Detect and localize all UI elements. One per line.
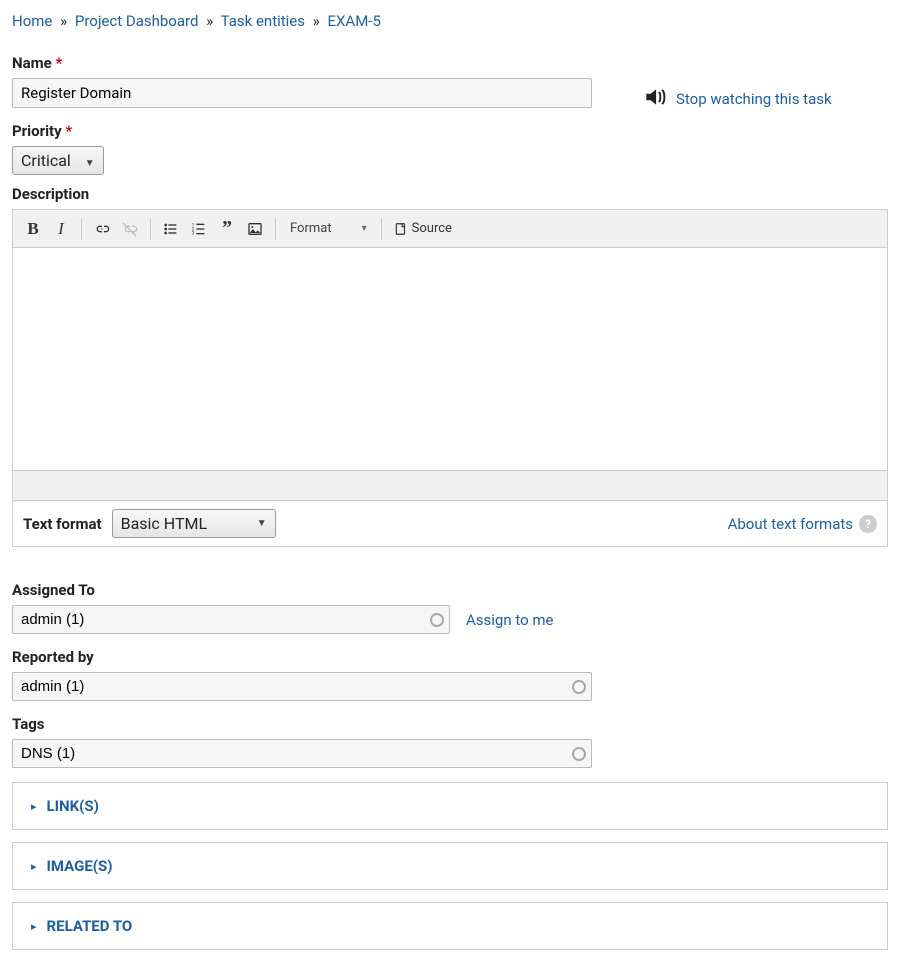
images-panel[interactable]: ▸ IMAGE(S) (12, 842, 888, 890)
speaker-icon (642, 84, 668, 114)
name-input[interactable] (12, 78, 592, 108)
text-format-row: Text format Basic HTML About text format… (12, 501, 888, 547)
autocomplete-icon (430, 613, 444, 627)
bullet-list-button[interactable] (159, 217, 183, 241)
unlink-button[interactable] (118, 217, 142, 241)
breadcrumb-home[interactable]: Home (12, 12, 52, 30)
format-dropdown[interactable]: Format (284, 221, 373, 236)
breadcrumb: Home » Project Dashboard » Task entities… (12, 12, 892, 30)
breadcrumb-tasks[interactable]: Task entities (221, 12, 305, 30)
links-panel-title: LINK(S) (47, 797, 99, 815)
name-label: Name * (12, 54, 592, 72)
toolbar-separator (81, 218, 82, 240)
stop-watching-link[interactable]: Stop watching this task (676, 90, 832, 108)
priority-select[interactable]: Critical (12, 146, 104, 175)
toolbar-separator (275, 218, 276, 240)
editor-body[interactable] (13, 248, 887, 470)
required-asterisk: * (55, 54, 62, 72)
svg-text:3: 3 (192, 230, 195, 236)
blockquote-button[interactable]: ” (215, 217, 239, 241)
editor-toolbar: B I 123 ” Format (13, 210, 887, 248)
caret-right-icon: ▸ (31, 920, 37, 933)
editor-footer (13, 470, 887, 500)
reported-by-label: Reported by (12, 648, 892, 666)
tags-label: Tags (12, 715, 892, 733)
links-panel[interactable]: ▸ LINK(S) (12, 782, 888, 830)
about-text-formats-link[interactable]: About text formats (728, 515, 853, 533)
priority-label: Priority * (12, 122, 592, 140)
assigned-to-input[interactable] (12, 605, 450, 634)
italic-button[interactable]: I (49, 217, 73, 241)
breadcrumb-dashboard[interactable]: Project Dashboard (75, 12, 199, 30)
numbered-list-button[interactable]: 123 (187, 217, 211, 241)
toolbar-separator (150, 218, 151, 240)
help-icon[interactable]: ? (859, 515, 877, 533)
caret-right-icon: ▸ (31, 800, 37, 813)
reported-by-input[interactable] (12, 672, 592, 701)
breadcrumb-current[interactable]: EXAM-5 (328, 12, 381, 30)
toolbar-separator (381, 218, 382, 240)
breadcrumb-separator: » (206, 12, 213, 30)
assigned-to-label: Assigned To (12, 581, 892, 599)
breadcrumb-separator: » (60, 12, 67, 30)
bold-button[interactable]: B (21, 217, 45, 241)
required-asterisk: * (65, 122, 72, 140)
breadcrumb-separator: » (313, 12, 320, 30)
autocomplete-icon (572, 680, 586, 694)
tags-input[interactable] (12, 739, 592, 768)
rich-text-editor: B I 123 ” Format (12, 209, 888, 501)
link-button[interactable] (90, 217, 114, 241)
images-panel-title: IMAGE(S) (47, 857, 113, 875)
text-format-select[interactable]: Basic HTML (112, 509, 276, 538)
autocomplete-icon (572, 747, 586, 761)
caret-right-icon: ▸ (31, 860, 37, 873)
related-to-panel-title: RELATED TO (47, 917, 133, 935)
description-label: Description (12, 185, 892, 203)
source-button[interactable]: Source (390, 221, 456, 236)
related-to-panel[interactable]: ▸ RELATED TO (12, 902, 888, 950)
assign-to-me-link[interactable]: Assign to me (466, 611, 554, 629)
text-format-label: Text format (23, 515, 102, 533)
image-button[interactable] (243, 217, 267, 241)
